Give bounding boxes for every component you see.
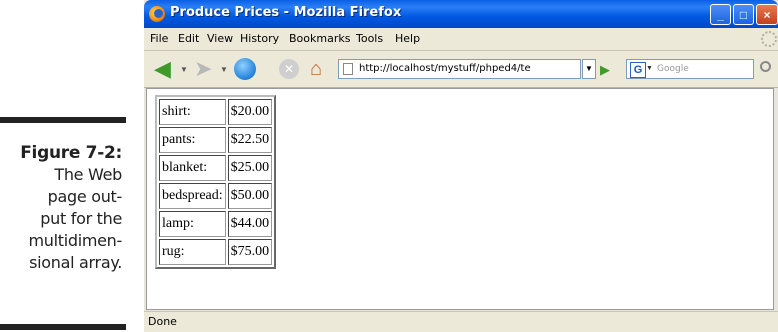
menu-tools[interactable]: Tools	[356, 32, 383, 45]
menu-edit[interactable]: Edit	[178, 32, 199, 45]
menu-view[interactable]: View	[207, 32, 233, 45]
browser-window: Produce Prices - Mozilla Firefox _ □ × F…	[144, 0, 778, 332]
activity-throbber-icon	[761, 31, 777, 47]
price-cell: $50.00	[227, 183, 273, 209]
forward-history-dropdown[interactable]: ▼	[220, 65, 228, 74]
figure-caption: Figure 7-2: The Web page out- put for th…	[0, 142, 122, 274]
table-row: pants: $22.50	[159, 127, 273, 153]
maximize-button[interactable]: □	[733, 4, 754, 25]
stop-icon[interactable]: ✕	[279, 59, 299, 79]
figure-number: Figure 7-2:	[20, 143, 122, 163]
table-row: rug: $75.00	[159, 239, 273, 265]
caption-line: put for the	[40, 209, 122, 228]
caption-line: The Web	[54, 165, 122, 184]
item-name-cell: shirt:	[159, 99, 226, 125]
back-history-dropdown[interactable]: ▼	[180, 65, 188, 74]
address-dropdown-icon[interactable]: ▼	[582, 59, 596, 79]
status-bar: Done	[144, 311, 778, 332]
table-row: blanket: $25.00	[159, 155, 273, 181]
menu-bar: File Edit View History Bookmarks Tools H…	[144, 28, 778, 51]
table-row: bedspread: $50.00	[159, 183, 273, 209]
firefox-logo-icon	[149, 6, 165, 22]
status-text: Done	[148, 315, 177, 328]
menu-bookmarks[interactable]: Bookmarks	[289, 32, 350, 45]
home-icon[interactable]: ⌂	[310, 58, 322, 80]
search-engine-icon[interactable]: G	[630, 62, 646, 78]
caption-line: multidimen-	[28, 231, 122, 250]
price-cell: $44.00	[227, 211, 273, 237]
title-bar[interactable]: Produce Prices - Mozilla Firefox _ □ ×	[144, 0, 778, 28]
menu-file[interactable]: File	[150, 32, 168, 45]
window-title: Produce Prices - Mozilla Firefox	[170, 5, 402, 20]
search-input[interactable]: Google	[657, 64, 689, 74]
item-name-cell: bedspread:	[159, 183, 226, 209]
close-button[interactable]: ×	[756, 4, 778, 25]
menu-help[interactable]: Help	[395, 32, 420, 45]
caption-rule-bottom	[0, 324, 126, 330]
item-name-cell: pants:	[159, 127, 226, 153]
minimize-button[interactable]: _	[710, 4, 731, 25]
reload-icon[interactable]	[234, 58, 256, 80]
caption-line: sional array.	[29, 253, 122, 272]
page-icon	[343, 63, 353, 75]
menu-history[interactable]: History	[240, 32, 279, 45]
address-input[interactable]: http://localhost/mystuff/phped4/te	[359, 63, 531, 74]
navigation-toolbar: ◀ ▼ ➤ ▼ ✕ ⌂ http://localhost/mystuff/php…	[144, 51, 778, 88]
price-cell: $20.00	[227, 99, 273, 125]
address-bar[interactable]: http://localhost/mystuff/phped4/te	[338, 59, 581, 79]
table-row: shirt: $20.00	[159, 99, 273, 125]
price-cell: $75.00	[227, 239, 273, 265]
search-box[interactable]: G ▼ Google	[626, 59, 754, 79]
price-cell: $22.50	[227, 127, 273, 153]
search-engine-dropdown[interactable]: ▼	[646, 65, 653, 72]
item-name-cell: lamp:	[159, 211, 226, 237]
back-arrow-icon[interactable]: ◀	[154, 58, 171, 80]
page-content: shirt: $20.00 pants: $22.50 blanket: $25.00 be…	[146, 88, 774, 310]
search-icon[interactable]	[760, 61, 771, 72]
item-name-cell: rug:	[159, 239, 226, 265]
caption-line: page out-	[47, 187, 123, 206]
caption-rule-top	[0, 117, 126, 123]
go-arrow-icon[interactable]: ▶	[600, 62, 610, 78]
price-cell: $25.00	[227, 155, 273, 181]
forward-arrow-icon[interactable]: ➤	[194, 58, 212, 80]
produce-table: shirt: $20.00 pants: $22.50 blanket: $25.00 be…	[155, 95, 277, 269]
table-row: lamp: $44.00	[159, 211, 273, 237]
item-name-cell: blanket:	[159, 155, 226, 181]
